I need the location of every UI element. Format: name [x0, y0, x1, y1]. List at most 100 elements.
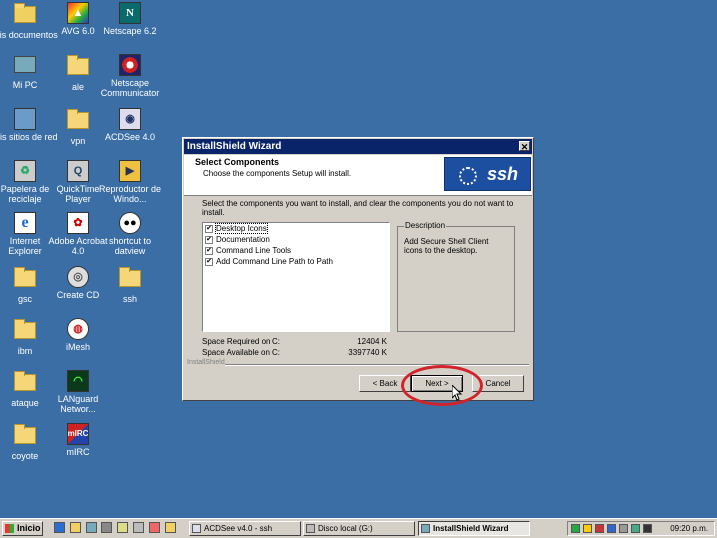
checkbox-command-line-path[interactable]: ✔	[205, 258, 213, 266]
instruction-text: Select the components you want to instal…	[202, 199, 514, 217]
desktop-icon-datview[interactable]: ●● shortcut to datview	[97, 212, 163, 256]
close-button[interactable]: ✕	[519, 141, 530, 152]
desktop-icon-netscape[interactable]: N Netscape 6.2	[97, 2, 163, 36]
quicklaunch-explorer-icon[interactable]	[70, 522, 81, 533]
my-computer-icon	[14, 56, 36, 78]
netscape-communicator-icon	[119, 54, 141, 76]
desktop-icon-languard[interactable]: ◠ LANguard Networ...	[45, 370, 111, 414]
header-subtitle: Choose the components Setup will install…	[203, 169, 352, 178]
task-label: Disco local (G:)	[318, 524, 373, 533]
check-icon: ✔	[206, 225, 212, 232]
check-icon: ✔	[206, 247, 212, 254]
component-item[interactable]: ✔ Add Command Line Path to Path	[203, 256, 389, 267]
installshield-brand: InstallShield	[187, 359, 225, 366]
description-label: Description	[404, 221, 447, 230]
quicktime-icon: Q	[67, 160, 89, 182]
languard-icon: ◠	[67, 370, 89, 392]
quicklaunch-app2-icon[interactable]	[149, 522, 160, 533]
space-required-value: 12404 K	[357, 337, 387, 346]
close-icon: ✕	[520, 142, 529, 152]
check-icon: ✔	[206, 236, 212, 243]
start-button[interactable]: Inicio	[2, 521, 43, 536]
tray-app-icon[interactable]	[583, 524, 592, 533]
tray-volume-icon[interactable]	[619, 524, 628, 533]
tray-app-icon[interactable]	[595, 524, 604, 533]
component-label: Command Line Tools	[216, 246, 292, 255]
recycle-bin-icon: ♻	[14, 160, 36, 182]
logo-text: ssh	[486, 164, 518, 184]
component-item[interactable]: ✔ Desktop Icons	[203, 223, 389, 234]
avg-icon: ▲	[67, 2, 89, 24]
quicklaunch-ie-icon[interactable]	[54, 522, 65, 533]
quicklaunch-app-icon[interactable]	[133, 522, 144, 533]
checkbox-command-line-tools[interactable]: ✔	[205, 247, 213, 255]
checkbox-documentation[interactable]: ✔	[205, 236, 213, 244]
installshield-icon	[421, 524, 430, 533]
tray-app-icon[interactable]	[631, 524, 640, 533]
task-label: InstallShield Wizard	[433, 524, 509, 533]
tray-network-icon[interactable]	[607, 524, 616, 533]
quicklaunch-desktop-icon[interactable]	[86, 522, 97, 533]
tray-app-icon[interactable]	[643, 524, 652, 533]
dialog-header: Select Components Choose the components …	[184, 155, 532, 196]
create-cd-icon: ◎	[67, 266, 89, 288]
task-label: ACDSee v4.0 - ssh	[204, 524, 273, 533]
back-button[interactable]: < Back	[359, 375, 411, 392]
mirc-icon: mIRC	[67, 423, 89, 445]
desktop-icon-imesh[interactable]: ◍ iMesh	[45, 318, 111, 352]
dialog-titlebar[interactable]: InstallShield Wizard ✕	[184, 139, 532, 154]
dialog-title: InstallShield Wizard	[187, 141, 282, 152]
ssh-ring-icon	[459, 167, 477, 185]
description-group: Description Add Secure Shell Client icon…	[397, 221, 515, 332]
drive-icon	[306, 524, 315, 533]
clock[interactable]: 09:20 p.m.	[670, 522, 708, 535]
quicklaunch-mycomputer-icon[interactable]	[101, 522, 112, 533]
space-available-label: Space Available on	[202, 348, 270, 357]
folder-icon	[67, 55, 89, 80]
component-item[interactable]: ✔ Command Line Tools	[203, 245, 389, 256]
netscape-icon: N	[119, 2, 141, 24]
checkbox-desktop-icons[interactable]: ✔	[205, 225, 213, 233]
component-label: Desktop Icons	[215, 223, 268, 234]
desktop-icon-mirc[interactable]: mIRC mIRC	[45, 423, 111, 457]
folder-icon	[67, 109, 89, 134]
component-label: Documentation	[216, 235, 270, 244]
internet-explorer-icon: e	[14, 212, 36, 234]
desktop-icon-acdsee[interactable]: ◉ ACDSee 4.0	[97, 108, 163, 142]
system-tray: 09:20 p.m.	[567, 521, 715, 536]
network-places-icon	[14, 108, 36, 130]
desktop-icon-media-player[interactable]: ▶ Reproductor de Windo...	[97, 160, 163, 204]
cancel-button[interactable]: Cancel	[472, 375, 524, 392]
my-documents-icon	[14, 3, 36, 28]
imesh-icon: ◍	[67, 318, 89, 340]
task-installshield[interactable]: InstallShield Wizard	[418, 521, 530, 536]
mouse-cursor-icon	[451, 383, 463, 404]
folder-icon	[14, 424, 36, 449]
component-label: Add Command Line Path to Path	[216, 257, 333, 266]
folder-icon	[14, 267, 36, 292]
acdsee-icon	[192, 524, 201, 533]
ssh-logo: ssh	[444, 157, 531, 191]
task-acdsee[interactable]: ACDSee v4.0 - ssh	[189, 521, 301, 536]
folder-icon	[119, 267, 141, 292]
separator	[225, 364, 529, 366]
desktop-icon-netscape-communicator[interactable]: Netscape Communicator	[97, 54, 163, 98]
folder-icon	[14, 319, 36, 344]
component-item[interactable]: ✔ Documentation	[203, 234, 389, 245]
header-title: Select Components	[195, 157, 280, 167]
quicklaunch-search-icon[interactable]	[117, 522, 128, 533]
acdsee-icon: ◉	[119, 108, 141, 130]
space-available-value: 3397740 K	[348, 348, 387, 357]
desktop-icon-ssh[interactable]: ssh	[97, 266, 163, 304]
space-required-label: Space Required on	[202, 337, 271, 346]
media-player-icon: ▶	[119, 160, 141, 182]
space-available-drive: C:	[272, 348, 280, 357]
components-list[interactable]: ✔ Desktop Icons ✔ Documentation ✔ Comman…	[202, 222, 390, 332]
tray-app-icon[interactable]	[571, 524, 580, 533]
acrobat-icon: ✿	[67, 212, 89, 234]
windows-logo-icon	[5, 524, 14, 533]
quicklaunch-folder-icon[interactable]	[165, 522, 176, 533]
description-text: Add Secure Shell Client icons to the des…	[404, 237, 489, 255]
task-disco-local[interactable]: Disco local (G:)	[303, 521, 415, 536]
space-required-drive: C:	[272, 337, 280, 346]
